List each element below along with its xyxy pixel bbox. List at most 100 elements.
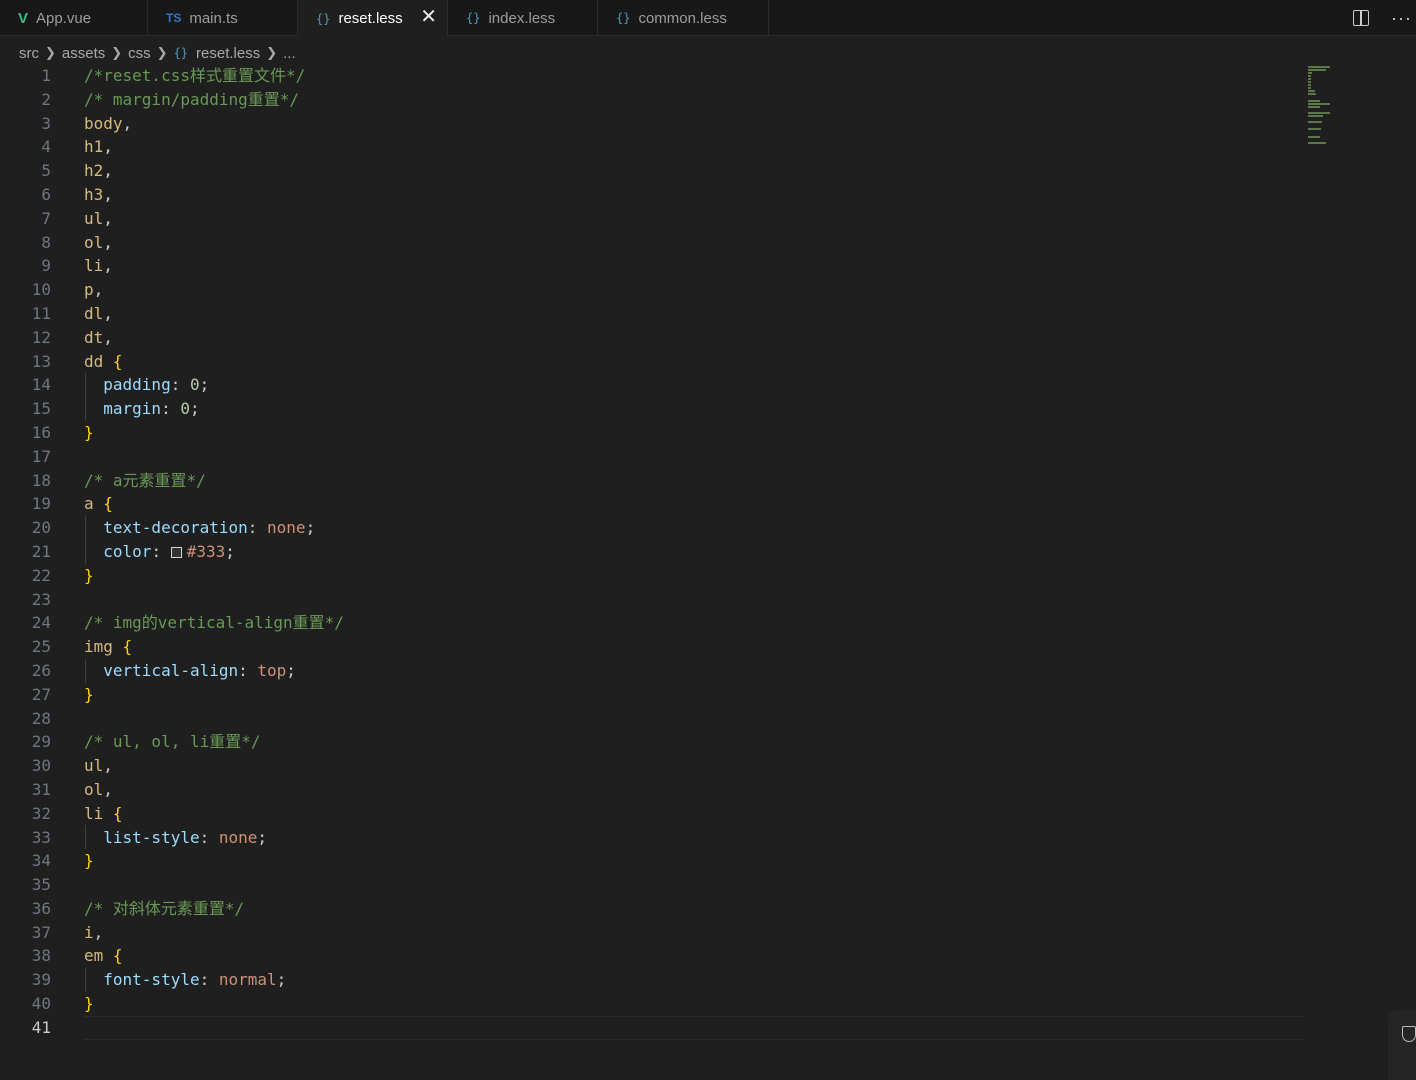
code-line[interactable]: 20 text-decoration: none; bbox=[0, 516, 1310, 540]
less-file-icon: {} bbox=[316, 11, 331, 26]
breadcrumb-css[interactable]: css bbox=[128, 45, 151, 62]
code-line[interactable]: 31 ol, bbox=[0, 778, 1310, 802]
code-line[interactable]: 35 bbox=[0, 873, 1310, 897]
code-line[interactable]: 5 h2, bbox=[0, 159, 1310, 183]
code-token: { bbox=[103, 494, 113, 514]
code-token: /* ul, ol, li重置*/ bbox=[84, 732, 261, 752]
code-line[interactable]: 7 ul, bbox=[0, 207, 1310, 231]
notification-panel[interactable] bbox=[1388, 1010, 1416, 1080]
tab-common-less[interactable]: {} common.less bbox=[598, 0, 769, 36]
tab-app-vue[interactable]: V App.vue bbox=[0, 0, 148, 36]
breadcrumb-symbols[interactable]: ... bbox=[283, 45, 296, 62]
line-code: padding: 0; bbox=[84, 373, 209, 397]
code-line[interactable]: 32 li { bbox=[0, 802, 1310, 826]
code-line[interactable]: 18 /* a元素重置*/ bbox=[0, 469, 1310, 493]
code-line[interactable]: 38 em { bbox=[0, 944, 1310, 968]
split-editor-icon[interactable] bbox=[1353, 10, 1370, 26]
code-line[interactable]: 34} bbox=[0, 849, 1310, 873]
code-editor[interactable]: 1 /*reset.css样式重置文件*/ 2 /* margin/padding重置… bbox=[0, 64, 1310, 1040]
code-line[interactable]: 25 img { bbox=[0, 635, 1310, 659]
code-line[interactable]: 16} bbox=[0, 421, 1310, 445]
code-token: li bbox=[84, 256, 104, 276]
code-line[interactable]: 39 font-style: normal; bbox=[0, 968, 1310, 992]
code-token: vertical-align bbox=[103, 660, 239, 680]
code-line[interactable]: 37 i, bbox=[0, 921, 1310, 945]
breadcrumb-assets[interactable]: assets bbox=[62, 45, 105, 62]
code-line[interactable]: 11 dl, bbox=[0, 302, 1310, 326]
code-line[interactable]: 30 ul, bbox=[0, 754, 1310, 778]
code-line[interactable]: 2 /* margin/padding重置*/ bbox=[0, 88, 1310, 112]
line-number: 6 bbox=[41, 184, 51, 204]
line-number: 1 bbox=[41, 66, 51, 85]
code-token: : bbox=[170, 375, 190, 395]
code-line[interactable]: 23 bbox=[0, 588, 1310, 612]
line-number: 12 bbox=[31, 327, 51, 347]
typescript-file-icon: TS bbox=[166, 11, 182, 25]
line-code: h2, bbox=[84, 159, 113, 183]
code-line[interactable]: 24 /* img的vertical-align重置*/ bbox=[0, 611, 1310, 635]
line-number: 28 bbox=[31, 708, 51, 728]
code-line[interactable]: 28 bbox=[0, 707, 1310, 731]
code-token: : bbox=[247, 518, 268, 538]
color-swatch-icon[interactable] bbox=[170, 546, 182, 558]
code-line[interactable]: 12 dt, bbox=[0, 326, 1310, 350]
tab-reset-less[interactable]: {} reset.less ✕ bbox=[298, 0, 448, 37]
code-line[interactable]: 41 bbox=[0, 1015, 1310, 1040]
line-number: 27 bbox=[31, 684, 51, 704]
line-code: /* ul, ol, li重置*/ bbox=[84, 730, 261, 754]
code-token: , bbox=[122, 113, 133, 133]
code-token: em bbox=[84, 946, 104, 966]
line-code: dt, bbox=[84, 326, 113, 350]
code-line[interactable]: 19 a { bbox=[0, 492, 1310, 516]
line-number: 19 bbox=[31, 494, 51, 514]
line-code: /* img的vertical-align重置*/ bbox=[84, 611, 344, 635]
code-token: ; bbox=[199, 375, 210, 395]
code-line[interactable]: 14 padding: 0; bbox=[0, 373, 1310, 397]
line-number: 9 bbox=[41, 256, 51, 276]
code-line[interactable]: 8 ol, bbox=[0, 231, 1310, 255]
minimap[interactable] bbox=[1308, 64, 1338, 146]
code-line[interactable]: 15 margin: 0; bbox=[0, 397, 1310, 421]
more-actions-icon[interactable]: ··· bbox=[1391, 8, 1412, 29]
code-line[interactable]: 26 vertical-align: top; bbox=[0, 659, 1310, 683]
code-token: dd bbox=[84, 351, 104, 371]
line-number: 32 bbox=[31, 803, 51, 823]
breadcrumb-file[interactable]: reset.less bbox=[196, 45, 260, 62]
code-line[interactable]: 29 /* ul, ol, li重置*/ bbox=[0, 730, 1310, 754]
code-line[interactable]: 9 li, bbox=[0, 254, 1310, 278]
code-token: normal bbox=[218, 970, 277, 990]
line-number: 16 bbox=[31, 422, 51, 442]
line-number: 21 bbox=[31, 541, 51, 561]
code-line[interactable]: 36 /* 对斜体元素重置*/ bbox=[0, 897, 1310, 921]
line-code: a { bbox=[84, 492, 113, 516]
code-line[interactable]: 40} bbox=[0, 992, 1310, 1016]
code-line[interactable]: 21 color: #333; bbox=[0, 540, 1310, 564]
code-line[interactable]: 33 list-style: none; bbox=[0, 826, 1310, 850]
code-token: /*reset.css样式重置文件*/ bbox=[84, 66, 306, 85]
breadcrumb-src[interactable]: src bbox=[19, 45, 39, 62]
code-line[interactable]: 13 dd { bbox=[0, 350, 1310, 374]
code-token: dt bbox=[84, 327, 104, 347]
tab-index-less[interactable]: {} index.less bbox=[448, 0, 598, 36]
code-token: , bbox=[103, 756, 113, 776]
code-line[interactable]: 17 bbox=[0, 445, 1310, 469]
code-token: 0 bbox=[180, 399, 190, 419]
close-icon[interactable]: ✕ bbox=[420, 7, 437, 27]
code-line[interactable]: 10 p, bbox=[0, 278, 1310, 302]
code-line[interactable]: 3 body, bbox=[0, 112, 1310, 136]
code-token: /* 对斜体元素重置*/ bbox=[84, 898, 245, 918]
code-line[interactable]: 22} bbox=[0, 564, 1310, 588]
code-line[interactable]: 4 h1, bbox=[0, 135, 1310, 159]
code-line[interactable]: 6 h3, bbox=[0, 183, 1310, 207]
line-number: 17 bbox=[31, 446, 51, 466]
code-line[interactable]: 27} bbox=[0, 683, 1310, 707]
code-line[interactable]: 1 /*reset.css样式重置文件*/ bbox=[0, 64, 1310, 88]
line-code: /* 对斜体元素重置*/ bbox=[84, 897, 244, 921]
tab-main-ts[interactable]: TS main.ts bbox=[148, 0, 298, 36]
